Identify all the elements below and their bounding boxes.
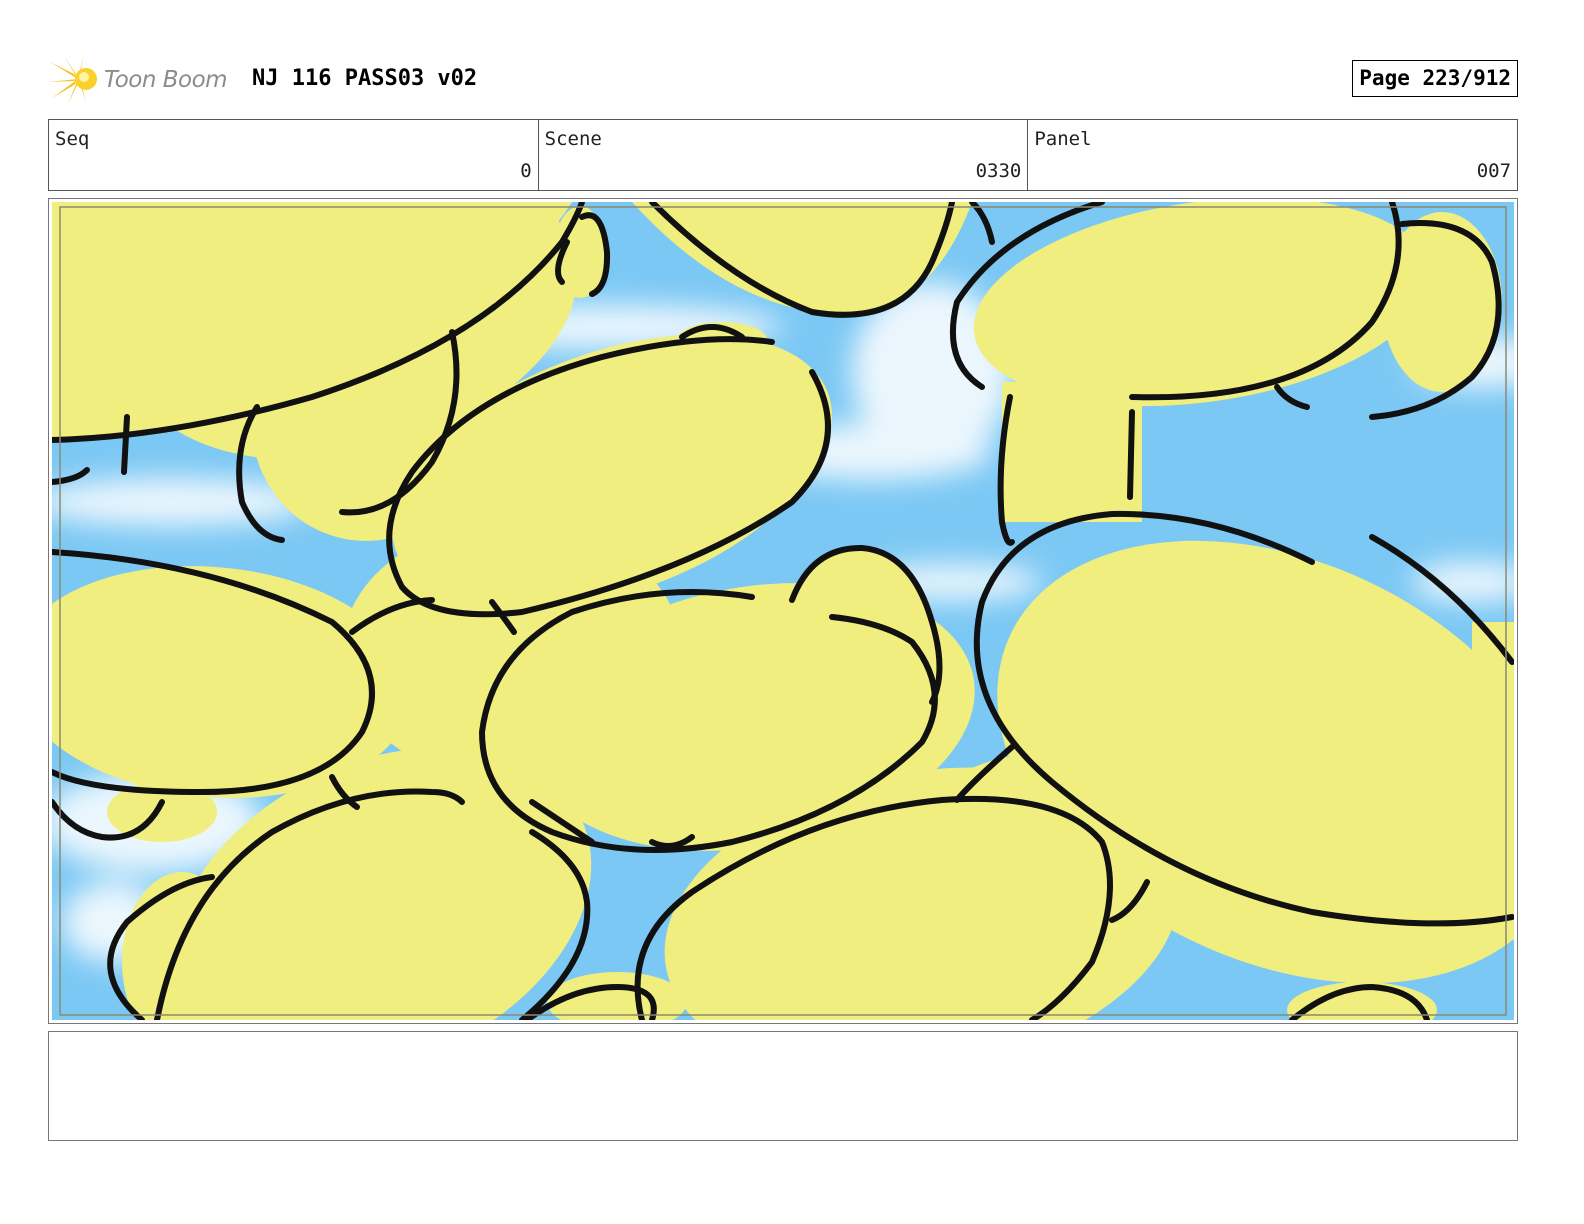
- panel-notes-box[interactable]: [48, 1031, 1518, 1141]
- logo-text: Toon Boom: [104, 67, 228, 93]
- scene-label: Scene: [544, 128, 602, 150]
- panel-artwork: [52, 202, 1514, 1020]
- starburst-logo-icon: [48, 54, 97, 104]
- page-indicator: Page 223/912: [1352, 60, 1518, 97]
- toon-boom-logo: Toon Boom: [48, 52, 240, 106]
- panel-cell: Panel 007: [1028, 120, 1517, 190]
- page-header: Toon Boom NJ 116 PASS03 v02 Page 223/912: [48, 50, 1520, 108]
- storyboard-panel: [48, 198, 1518, 1024]
- seq-label: Seq: [55, 128, 90, 150]
- seq-value: 0: [520, 160, 532, 182]
- seq-cell: Seq 0: [49, 120, 539, 190]
- storyboard-drawing: [52, 202, 1514, 1020]
- scene-value: 0330: [975, 160, 1022, 182]
- scene-info-table: Seq 0 Scene 0330 Panel 007: [48, 119, 1518, 191]
- panel-value: 007: [1476, 160, 1512, 182]
- panel-label: Panel: [1034, 128, 1092, 150]
- document-title: NJ 116 PASS03 v02: [252, 66, 478, 91]
- scene-cell: Scene 0330: [539, 120, 1029, 190]
